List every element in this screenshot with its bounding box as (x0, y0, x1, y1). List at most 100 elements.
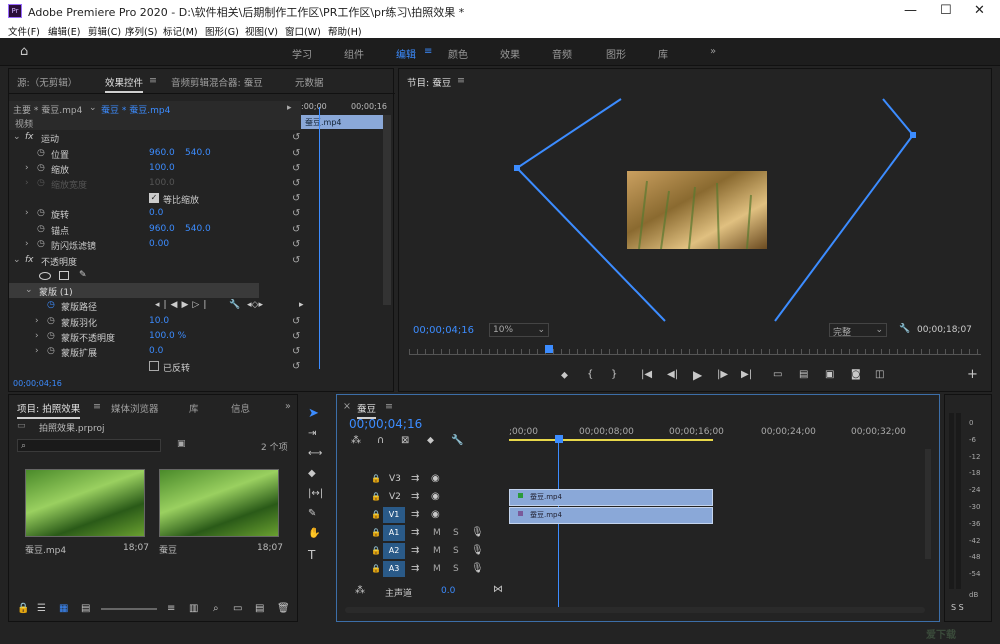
ec-timecode[interactable]: 00;00;04;16 (13, 379, 62, 388)
linked-selection-icon[interactable]: ⊠ (401, 435, 409, 446)
mask-expansion-row[interactable]: › ◷ 蒙版扩展 0.0 ↺ (9, 344, 301, 359)
menu-window[interactable]: 窗口(W) (285, 24, 321, 38)
mask-track-controls[interactable]: ◂|◀▶▷| (155, 300, 210, 310)
solo-button[interactable]: S (453, 564, 459, 574)
tab-project[interactable]: 项目: 拍照效果 (17, 401, 81, 419)
home-icon[interactable]: ⌂ (20, 44, 28, 59)
sync-lock-icon[interactable]: ⇉ (411, 563, 419, 574)
mask-row[interactable]: ⌄ 蒙版 (1) (9, 283, 259, 298)
stopwatch-icon[interactable]: ◷ (47, 300, 55, 310)
lock-icon[interactable]: 🔒 (371, 546, 381, 555)
lock-icon[interactable]: 🔒 (371, 474, 381, 483)
play-icon[interactable]: ▶ (693, 368, 702, 382)
workspace-assembly[interactable]: 组件 (344, 46, 364, 61)
selection-tool-icon[interactable]: ➤ (308, 406, 319, 421)
clip-v1[interactable]: 蚕豆.mp4 (509, 507, 713, 524)
position-x-value[interactable]: 960.0 (149, 148, 175, 158)
sync-lock-icon[interactable]: ⇉ (411, 491, 419, 502)
quality-select[interactable]: 完整 ⌄ (829, 323, 887, 338)
zoom-select[interactable]: 10% ⌄ (489, 323, 549, 337)
panel-menu-icon[interactable]: ≡ (149, 75, 157, 86)
workspace-color[interactable]: 颜色 (448, 46, 468, 61)
more-tabs-icon[interactable]: » (285, 401, 291, 412)
mask-vertex[interactable] (514, 165, 520, 171)
insert-icon[interactable]: ▣ (825, 369, 834, 380)
solo-button[interactable]: S (453, 546, 459, 556)
mask-path-row[interactable]: ◷ 蒙版路径 ◂|◀▶▷| 🔧 ◂◇▸ ▸ (9, 298, 304, 313)
freeform-view-icon[interactable]: ▤ (81, 603, 90, 614)
sync-lock-icon[interactable]: ⇉ (411, 473, 419, 484)
tab-media-browser[interactable]: 媒体浏览器 (111, 401, 159, 415)
more-workspaces-icon[interactable]: » (710, 46, 716, 57)
stopwatch-icon[interactable]: ◷ (37, 148, 45, 158)
ripple-edit-tool-icon[interactable]: ⟷ (308, 448, 322, 459)
menu-file[interactable]: 文件(F) (8, 24, 40, 38)
eye-icon[interactable]: ◉ (431, 491, 440, 502)
step-back-icon[interactable]: ◀| (667, 369, 678, 380)
pen-tool-icon[interactable]: ✎ (308, 508, 316, 519)
clip-thumbnail[interactable] (25, 469, 145, 537)
mask-path-right[interactable] (774, 98, 915, 322)
scale-row[interactable]: › ◷ 缩放 100.0 ↺ (9, 161, 301, 176)
position-row[interactable]: ◷ 位置 960.0 540.0 ↺ (9, 146, 301, 161)
nest-icon[interactable]: ⁂ (351, 435, 361, 446)
mute-button[interactable]: M (433, 528, 441, 538)
automate-icon[interactable]: ▥ (189, 603, 198, 614)
ec-ruler[interactable]: :00;00 00;00;16 (301, 101, 387, 115)
reset-icon[interactable]: ↺ (292, 163, 300, 174)
rotation-row[interactable]: › ◷ 旋转 0.0 ↺ (9, 206, 301, 221)
panel-menu-icon[interactable]: ≡ (385, 401, 393, 412)
tab-effect-controls[interactable]: 效果控件 (105, 75, 144, 93)
stopwatch-icon[interactable]: ◷ (47, 316, 55, 326)
inverted-row[interactable]: 已反转 ↺ (9, 359, 301, 374)
workspace-menu-icon[interactable]: ≡ (424, 46, 432, 57)
razor-tool-icon[interactable]: ◆ (308, 468, 316, 479)
panel-menu-icon[interactable]: ≡ (457, 75, 465, 86)
source-patch-a3[interactable]: A3 (383, 561, 405, 577)
master-sync-icon[interactable]: ⁂ (355, 585, 365, 596)
stopwatch-icon[interactable]: ◷ (37, 224, 45, 234)
timeline-timecode[interactable]: 00;00;04;16 (349, 417, 422, 431)
reset-icon[interactable]: ↺ (292, 132, 300, 143)
tab-audio-mixer[interactable]: 音频剪辑混合器: 蚕豆 (171, 75, 263, 89)
stopwatch-icon[interactable]: ◷ (37, 239, 45, 249)
new-bin-icon[interactable]: ▣ (177, 439, 186, 449)
anchor-row[interactable]: ◷ 锚点 960.0 540.0 ↺ (9, 222, 301, 237)
menu-sequence[interactable]: 序列(S) (125, 24, 157, 38)
clip-v2[interactable]: 蚕豆.mp4 (509, 489, 713, 506)
mask-vertex[interactable] (910, 132, 916, 138)
mic-icon[interactable]: 🎙 (471, 527, 484, 538)
close-icon[interactable]: × (343, 401, 351, 412)
workspace-editing[interactable]: 编辑 (396, 46, 416, 61)
settings-wrench-icon[interactable]: 🔧 (451, 435, 463, 446)
chevron-down-icon[interactable]: ⌄ (89, 103, 97, 113)
rectangle-mask-icon[interactable] (59, 271, 69, 280)
lock-icon[interactable]: 🔒 (17, 603, 29, 614)
mark-out-icon[interactable]: } (611, 369, 617, 380)
menu-edit[interactable]: 编辑(E) (48, 24, 80, 38)
track-select-tool-icon[interactable]: ⇥ (308, 428, 316, 439)
delete-icon[interactable]: 🗑 (277, 603, 290, 614)
stopwatch-icon[interactable]: ◷ (47, 331, 55, 341)
comparison-icon[interactable]: ◫ (875, 369, 884, 380)
workspace-effects[interactable]: 效果 (500, 46, 520, 61)
stopwatch-icon[interactable]: ◷ (47, 346, 55, 356)
tab-info[interactable]: 信息 (231, 401, 250, 415)
find-icon[interactable]: ⌕ (213, 603, 219, 614)
reset-icon[interactable]: ↺ (292, 178, 300, 189)
program-scrubber[interactable] (409, 349, 981, 355)
add-marker-icon[interactable]: ⬥ (561, 370, 568, 381)
menu-help[interactable]: 帮助(H) (328, 24, 362, 38)
lock-icon[interactable]: 🔒 (371, 528, 381, 537)
list-view-icon[interactable]: ☰ (37, 603, 46, 614)
sync-lock-icon[interactable]: ⇉ (411, 527, 419, 538)
wrench-icon[interactable]: 🔧 (229, 300, 240, 310)
go-to-out-icon[interactable]: ▶| (741, 369, 752, 380)
workspace-libraries[interactable]: 库 (658, 46, 668, 61)
uniform-scale-row[interactable]: ✓ 等比缩放 ↺ (9, 191, 301, 206)
stopwatch-icon[interactable]: ◷ (37, 163, 45, 173)
source-patch-v1[interactable]: V1 (383, 507, 405, 523)
timeline-ruler[interactable]: ;00;00 00;00;08;00 00;00;16;00 00;00;24;… (509, 425, 929, 447)
stopwatch-icon[interactable]: ◷ (37, 208, 45, 218)
anchor-x-value[interactable]: 960.0 (149, 224, 175, 234)
